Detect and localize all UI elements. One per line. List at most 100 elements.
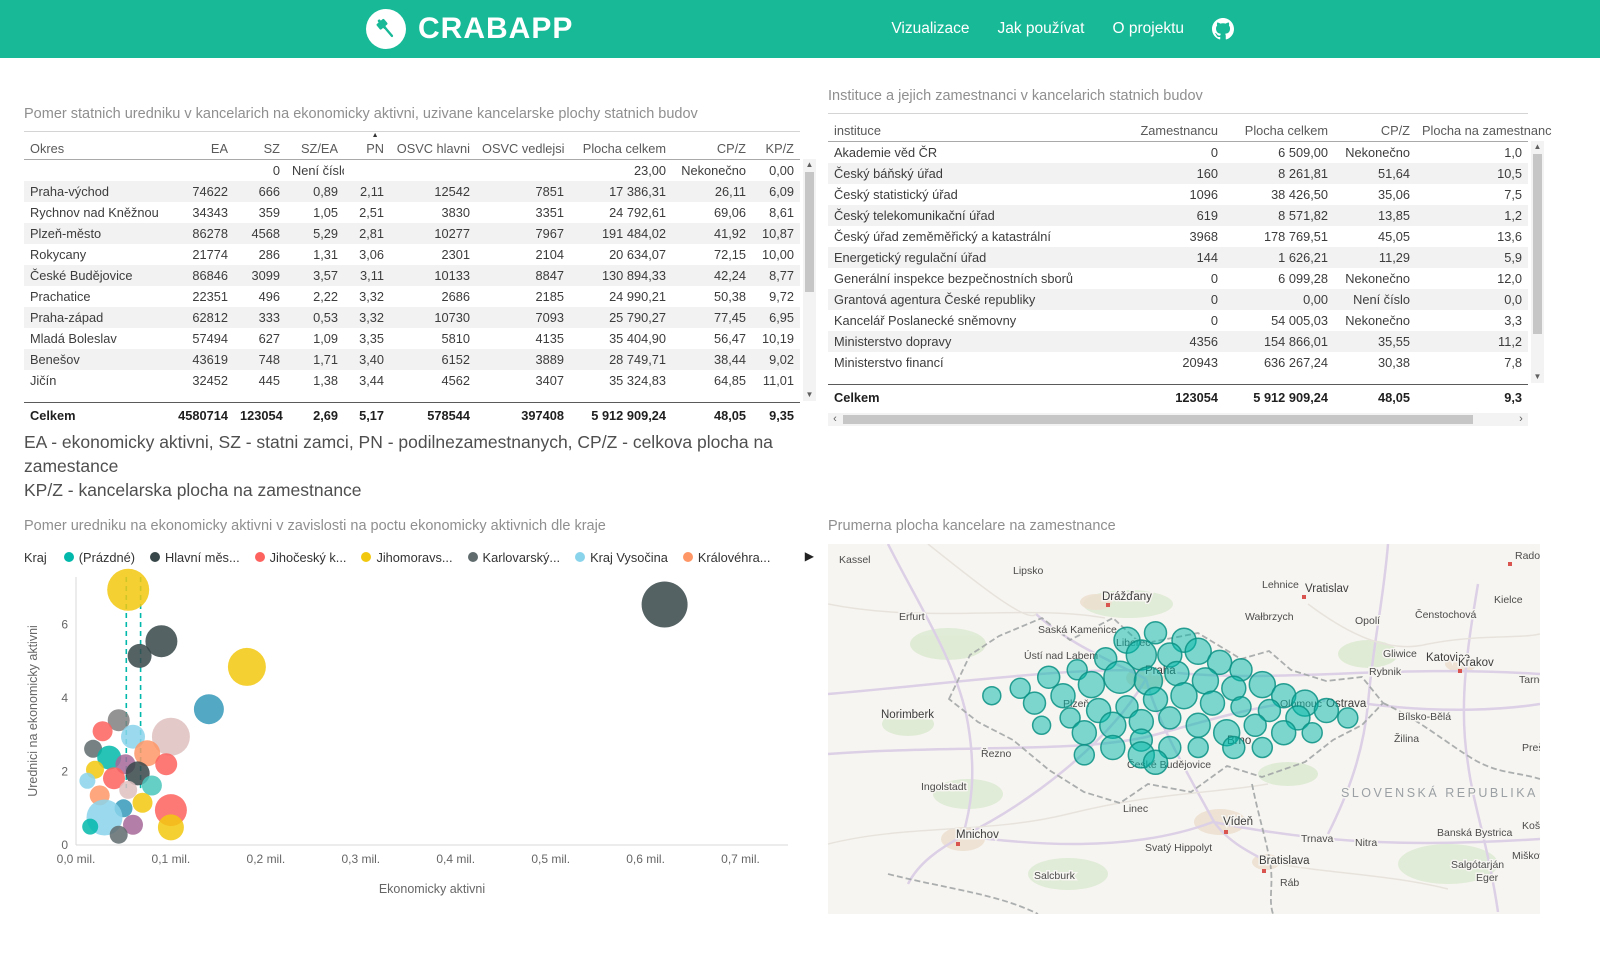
horizontal-scrollbar[interactable]: ‹ › (828, 413, 1528, 426)
scatter-bubble[interactable] (82, 819, 98, 835)
table-row[interactable]: Český báňský úřad1608 261,8151,6410,5 (828, 163, 1528, 184)
column-header[interactable]: OSVC hlavni (390, 132, 476, 160)
map-bubble[interactable] (1302, 723, 1322, 743)
scatter-bubble[interactable] (158, 814, 184, 840)
map-bubble[interactable] (1272, 721, 1296, 745)
scatter-bubble[interactable] (133, 793, 153, 813)
table-row[interactable]: Prachatice223514962,223,322686218524 990… (24, 286, 800, 307)
map-bubble[interactable] (983, 687, 1001, 705)
scatter-bubble[interactable] (194, 694, 224, 724)
table-row[interactable]: 0Není číslo23,00Nekonečno0,00 (24, 160, 800, 181)
scroll-left-icon[interactable]: ‹ (828, 413, 842, 426)
map-bubble[interactable] (1078, 672, 1104, 698)
column-header[interactable]: instituce (828, 114, 1124, 142)
map-bubble[interactable] (1051, 684, 1075, 708)
column-header[interactable]: Zamestnancu (1124, 114, 1224, 142)
scatter-bubble[interactable] (119, 781, 137, 799)
map-bubble[interactable] (1231, 697, 1251, 717)
vertical-scrollbar[interactable]: ▲ ▼ (1531, 141, 1544, 383)
legend-item[interactable]: Jihočeský k... (255, 550, 347, 565)
legend-item[interactable]: Jihomoravs... (361, 550, 452, 565)
scatter-bubble[interactable] (107, 569, 149, 611)
column-header[interactable]: CP/Z (1334, 114, 1416, 142)
map-bubble[interactable] (1314, 699, 1338, 723)
map-bubble[interactable] (1145, 622, 1167, 644)
map-canvas[interactable]: KasselLipskoDrážďanyLehniceVratislavWałb… (828, 544, 1540, 914)
legend-item[interactable]: Kraj Vysočina (575, 550, 668, 565)
scroll-right-icon[interactable]: › (1514, 413, 1528, 426)
map-bubble[interactable] (1338, 708, 1358, 728)
map-bubble[interactable] (1201, 691, 1225, 715)
column-header[interactable]: ▲PN (344, 132, 390, 160)
table-row[interactable]: Benešov436197481,713,406152388928 749,71… (24, 349, 800, 370)
map-bubble[interactable] (1104, 661, 1136, 693)
map-bubble[interactable] (1171, 683, 1197, 709)
nav-vizualizace[interactable]: Vizualizace (891, 20, 969, 38)
scroll-down-icon[interactable]: ▼ (803, 389, 816, 401)
map-bubble[interactable] (1223, 737, 1245, 759)
map-bubble[interactable] (1188, 738, 1208, 758)
table-row[interactable]: České Budějovice8684630993,573,111013388… (24, 265, 800, 286)
table-row[interactable]: Rychnov nad Kněžnou343433591,052,5138303… (24, 202, 800, 223)
table-row[interactable]: Český úřad zeměměřický a katastrální3968… (828, 226, 1528, 247)
column-header[interactable]: SZ (234, 132, 286, 160)
table-row[interactable]: Ministerstvo financí20943636 267,2430,38… (828, 352, 1528, 373)
map-bubble[interactable] (1159, 707, 1181, 729)
table-row[interactable]: Ministerstvo dopravy4356154 866,0135,551… (828, 331, 1528, 352)
column-header[interactable]: SZ/EA (286, 132, 344, 160)
vertical-scrollbar[interactable]: ▲ ▼ (803, 159, 816, 401)
legend-item[interactable]: Karlovarský... (468, 550, 561, 565)
table-row[interactable]: Grantová agentura České republiky00,00Ne… (828, 289, 1528, 310)
legend-item[interactable]: Hlavní měs... (150, 550, 240, 565)
scroll-up-icon[interactable]: ▲ (803, 159, 816, 171)
scatter-plot[interactable]: 0,0 mil.0,1 mil.0,2 mil.0,3 mil.0,4 mil.… (24, 567, 812, 899)
scatter-bubble[interactable] (642, 582, 688, 628)
column-header[interactable]: CP/Z (672, 132, 752, 160)
column-header[interactable]: Okres (24, 132, 170, 160)
legend-item[interactable]: Královéhra... (683, 550, 771, 565)
map-bubble[interactable] (1252, 738, 1272, 758)
scroll-up-icon[interactable]: ▲ (1531, 141, 1544, 153)
map-bubble[interactable] (1244, 714, 1266, 736)
nav-jak-pouzivat[interactable]: Jak používat (997, 20, 1084, 38)
scatter-bubble[interactable] (142, 776, 162, 796)
scatter-bubble[interactable] (128, 644, 152, 668)
scatter-bubble[interactable] (228, 648, 266, 686)
map-bubble[interactable] (1165, 662, 1189, 686)
table-row[interactable]: Kancelář Poslanecké sněmovny054 005,03Ne… (828, 310, 1528, 331)
map-bubble[interactable] (1033, 716, 1051, 734)
column-header[interactable]: Plocha celkem (1224, 114, 1334, 142)
map-bubble[interactable] (1144, 750, 1168, 774)
table-row[interactable]: Jičín324524451,383,444562340735 324,8364… (24, 370, 800, 391)
table-row[interactable]: Český statistický úřad109638 426,5035,06… (828, 184, 1528, 205)
table-row[interactable]: Český telekomunikační úřad6198 571,8213,… (828, 205, 1528, 226)
table-row[interactable]: Energetický regulační úřad1441 626,2111,… (828, 247, 1528, 268)
nav-o-projektu[interactable]: O projektu (1112, 20, 1184, 38)
column-header[interactable]: OSVC vedlejsi (476, 132, 570, 160)
scatter-bubble[interactable] (110, 826, 128, 844)
legend-item[interactable]: (Prázdné) (64, 550, 135, 565)
table-row[interactable]: Akademie věd ČR06 509,00Nekonečno1,0 (828, 142, 1528, 163)
scroll-down-icon[interactable]: ▼ (1531, 371, 1544, 383)
column-header[interactable]: KP/Z (752, 132, 800, 160)
map-bubble[interactable] (1100, 712, 1126, 738)
table-row[interactable]: Rokycany217742861,313,062301210420 634,0… (24, 244, 800, 265)
column-header[interactable]: Plocha na zamestnanc (1416, 114, 1528, 142)
table-row[interactable]: Mladá Boleslav574946271,093,355810413535… (24, 328, 800, 349)
map-bubble[interactable] (1186, 713, 1210, 737)
table-row[interactable]: Praha-východ746226660,892,1112542785117 … (24, 181, 800, 202)
table-row[interactable]: Plzeň-město8627845685,292,81102777967191… (24, 223, 800, 244)
legend-next-icon[interactable]: ▶ (805, 549, 814, 563)
map-bubble[interactable] (1101, 736, 1125, 760)
scatter-bubble[interactable] (79, 773, 95, 789)
scatter-bubble[interactable] (93, 721, 113, 741)
map-bubble[interactable] (1074, 745, 1094, 765)
table-row[interactable]: Generální inspekce bezpečnostních sborů0… (828, 268, 1528, 289)
table-row[interactable]: Praha-západ628123330,533,3210730709325 7… (24, 307, 800, 328)
map-bubble[interactable] (1024, 692, 1046, 714)
column-header[interactable]: EA (170, 132, 234, 160)
github-icon[interactable] (1212, 18, 1234, 40)
map-bubble[interactable] (1072, 721, 1096, 745)
column-header[interactable]: Plocha celkem (570, 132, 672, 160)
scatter-bubble[interactable] (155, 753, 177, 775)
